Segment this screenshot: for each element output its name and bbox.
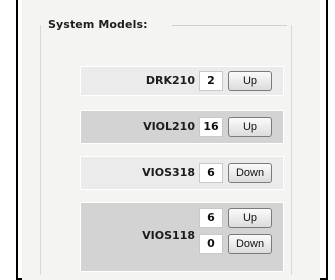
model-label-vios118: VIOS118 (142, 229, 195, 242)
model-label-vios318: VIOS318 (142, 166, 195, 179)
model-up-button-vios118[interactable]: Up (228, 208, 272, 228)
model-down-button-vios318[interactable]: Down (228, 163, 272, 183)
model-label-drk210: DRK210 (145, 74, 195, 87)
model-row-viol210: VIOL210 16 Up (80, 110, 284, 144)
model-value-drk210[interactable]: 2 (199, 71, 223, 91)
model-value-viol210[interactable]: 16 (199, 117, 223, 137)
model-down-button-vios118[interactable]: Down (228, 234, 272, 254)
group-title: System Models: (48, 18, 148, 31)
model-value-vios318[interactable]: 6 (199, 163, 223, 183)
model-value-vios118-up[interactable]: 6 (199, 208, 223, 228)
model-up-button-drk210[interactable]: Up (228, 71, 272, 91)
model-value-vios118-down[interactable]: 0 (199, 234, 223, 254)
group-title-line (172, 25, 287, 26)
model-up-button-viol210[interactable]: Up (228, 117, 272, 137)
model-row-vios318: VIOS318 6 Down (80, 156, 284, 190)
model-row-drk210: DRK210 2 Up (80, 66, 284, 96)
model-label-viol210: VIOL210 (143, 120, 195, 133)
model-row-vios118: VIOS118 6 Up 0 Down (80, 202, 284, 272)
